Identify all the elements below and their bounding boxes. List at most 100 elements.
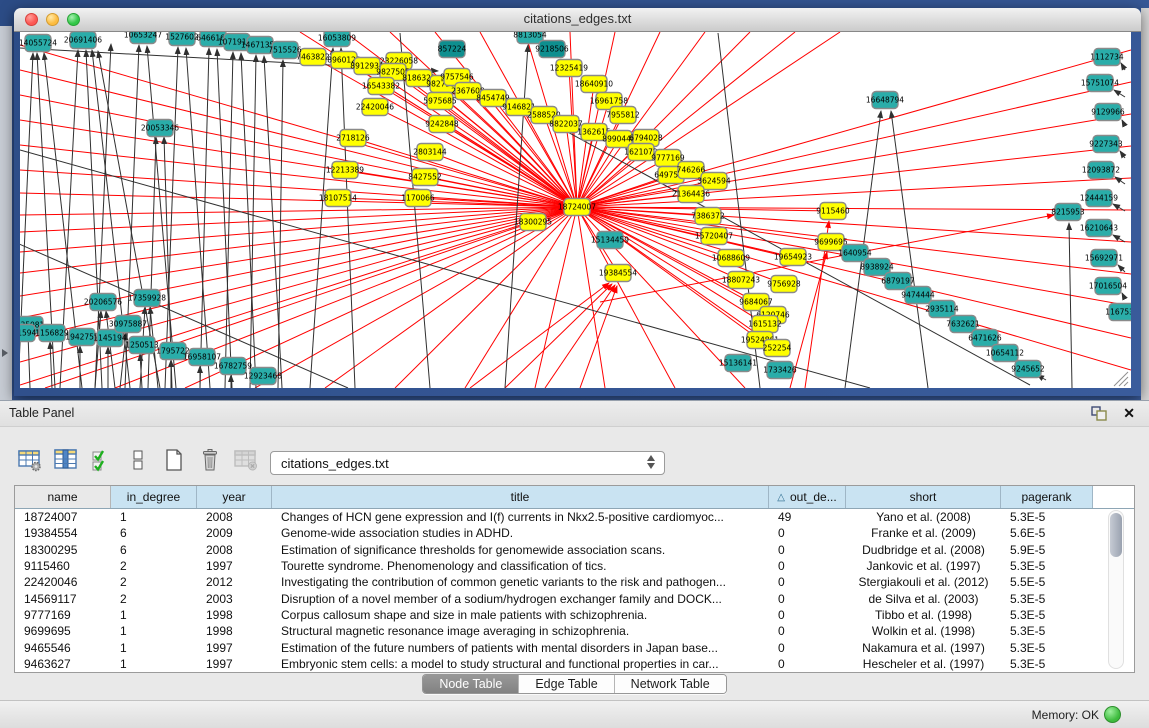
network-node[interactable]: 9218506 [535, 41, 569, 58]
network-node[interactable]: 12444159 [1080, 190, 1118, 207]
network-view[interactable]: 1872400774638228960128891293423226058982… [20, 32, 1131, 388]
network-node[interactable]: 252254 [763, 340, 792, 357]
network-node[interactable]: 1112734 [1090, 49, 1124, 66]
network-node[interactable]: 7386372 [691, 208, 725, 225]
table-row[interactable]: 946362711997Embryonic stem cells: a mode… [15, 656, 1134, 672]
table-settings-icon[interactable] [16, 447, 44, 473]
network-node[interactable]: 9756928 [767, 276, 801, 293]
table-row[interactable]: 1872400712008Changes of HCN gene express… [15, 509, 1134, 525]
table-row[interactable]: 1830029562008Estimation of significance … [15, 542, 1134, 558]
network-node[interactable]: 9242848 [425, 116, 459, 133]
table-selector-dropdown[interactable]: citations_edges.txt [270, 451, 665, 475]
network-canvas[interactable]: 1872400774638228960128891293423226058982… [20, 32, 1131, 388]
network-node[interactable]: 1527602 [165, 32, 199, 46]
network-node[interactable]: 1156829 [35, 325, 69, 342]
network-node[interactable]: 10688609 [712, 250, 750, 267]
table-selector-value: citations_edges.txt [281, 456, 389, 471]
float-panel-icon[interactable] [1091, 406, 1107, 421]
table-row[interactable]: 1938455462009Genome-wide association stu… [15, 525, 1134, 541]
network-node[interactable]: 17016504 [1089, 278, 1127, 295]
network-node[interactable]: 12213389 [326, 162, 364, 179]
network-node[interactable]: 20691406 [64, 32, 102, 49]
network-node[interactable]: 12325419 [550, 60, 588, 77]
table-row[interactable]: 1456911722003Disruption of a novel membe… [15, 590, 1134, 606]
network-node[interactable]: 331594 [20, 325, 37, 342]
delete-column-icon[interactable] [196, 447, 224, 473]
network-node[interactable]: 9227343 [1089, 136, 1123, 153]
resize-grip-icon[interactable] [1119, 377, 1128, 386]
table-cell: 9699695 [15, 624, 111, 638]
new-column-icon[interactable] [160, 447, 188, 473]
network-node[interactable]: 10653247 [124, 32, 162, 44]
network-node[interactable]: 14055724 [20, 35, 57, 52]
table-row[interactable]: 2242004622012Investigating the contribut… [15, 574, 1134, 590]
network-node[interactable]: 15136141 [719, 355, 757, 372]
scrollbar-thumb[interactable] [1110, 513, 1122, 557]
panel-collapse-arrow-icon[interactable] [2, 349, 8, 357]
network-node[interactable]: 18807243 [722, 272, 760, 289]
network-node[interactable]: 16053809 [318, 32, 356, 47]
network-node[interactable]: 1167533 [1105, 304, 1131, 321]
tab-network-table[interactable]: Network Table [615, 675, 726, 693]
network-node-label: 18724007 [558, 203, 596, 212]
network-node[interactable]: 30975887 [109, 316, 147, 333]
network-node[interactable]: 857224 [438, 41, 467, 58]
network-node[interactable]: 1170066 [401, 190, 435, 207]
network-node[interactable]: 10654112 [986, 345, 1024, 362]
resize-grip-icon[interactable] [1124, 382, 1128, 386]
delete-table-icon[interactable] [232, 447, 260, 473]
network-node[interactable]: 8215953 [1051, 204, 1085, 221]
table-row[interactable]: 911546021997Tourette syndrome. Phenomeno… [15, 558, 1134, 574]
network-node[interactable]: 20206576 [84, 294, 122, 311]
network-node[interactable]: 15692971 [1085, 250, 1123, 267]
window-titlebar[interactable]: citations_edges.txt [14, 8, 1141, 32]
clear-selection-icon[interactable] [124, 447, 152, 473]
network-node[interactable]: 1615132 [748, 316, 782, 333]
close-panel-icon[interactable]: ✕ [1123, 404, 1135, 422]
network-node[interactable]: 7955812 [606, 107, 640, 124]
network-node[interactable]: 2803144 [413, 144, 447, 161]
network-node[interactable]: 7515526 [268, 42, 302, 59]
column-header-title[interactable]: title [272, 486, 769, 508]
network-node[interactable]: 9245652 [1011, 361, 1045, 378]
table-cell: 49 [769, 510, 846, 524]
table-row[interactable]: 946554611997Estimation of the future num… [15, 639, 1134, 655]
network-node[interactable]: 9474444 [901, 287, 935, 304]
network-node[interactable]: 22420046 [356, 99, 394, 116]
table-row[interactable]: 969969511998Structural magnetic resonanc… [15, 623, 1134, 639]
select-all-icon[interactable] [88, 447, 116, 473]
column-visibility-icon[interactable] [52, 447, 80, 473]
network-node[interactable]: 16648794 [866, 92, 904, 109]
table-row[interactable]: 977716911998Corpus callosum shape and si… [15, 607, 1134, 623]
network-node[interactable]: 8427552 [408, 169, 442, 186]
column-header-pagerank[interactable]: pagerank [1001, 486, 1093, 508]
column-header-out_de[interactable]: △out_de... [769, 486, 846, 508]
network-node[interactable]: 19384554 [599, 265, 637, 282]
network-node[interactable]: 17359928 [128, 290, 166, 307]
network-node[interactable]: 16210643 [1080, 220, 1118, 237]
network-node[interactable]: 12923468 [244, 368, 282, 385]
network-node[interactable]: 20053346 [141, 120, 179, 137]
network-node[interactable]: 2718126 [336, 130, 370, 147]
network-node[interactable]: 9129966 [1091, 104, 1125, 121]
network-node[interactable]: 15134459 [591, 232, 629, 249]
network-node[interactable]: 9115460 [816, 203, 850, 220]
network-node-label: 12444159 [1080, 194, 1118, 203]
network-node[interactable]: 1250513 [125, 337, 159, 354]
network-node[interactable]: 1733426 [763, 362, 797, 379]
column-header-name[interactable]: name [15, 486, 111, 508]
network-node[interactable]: 15751074 [1081, 75, 1119, 92]
column-header-short[interactable]: short [846, 486, 1001, 508]
network-node[interactable]: 12093872 [1082, 162, 1120, 179]
network-node-label: 10688609 [712, 254, 750, 263]
network-node-label: 1733426 [763, 366, 797, 375]
tab-node-table[interactable]: Node Table [423, 675, 519, 693]
column-header-in_degree[interactable]: in_degree [111, 486, 197, 508]
network-node[interactable]: 5975685 [423, 93, 457, 110]
network-node[interactable]: 18300295 [514, 214, 552, 231]
table-scrollbar[interactable] [1108, 510, 1124, 669]
network-node[interactable]: 18640910 [575, 76, 613, 93]
column-header-year[interactable]: year [197, 486, 272, 508]
table-cell: 2008 [197, 510, 272, 524]
tab-edge-table[interactable]: Edge Table [519, 675, 614, 693]
